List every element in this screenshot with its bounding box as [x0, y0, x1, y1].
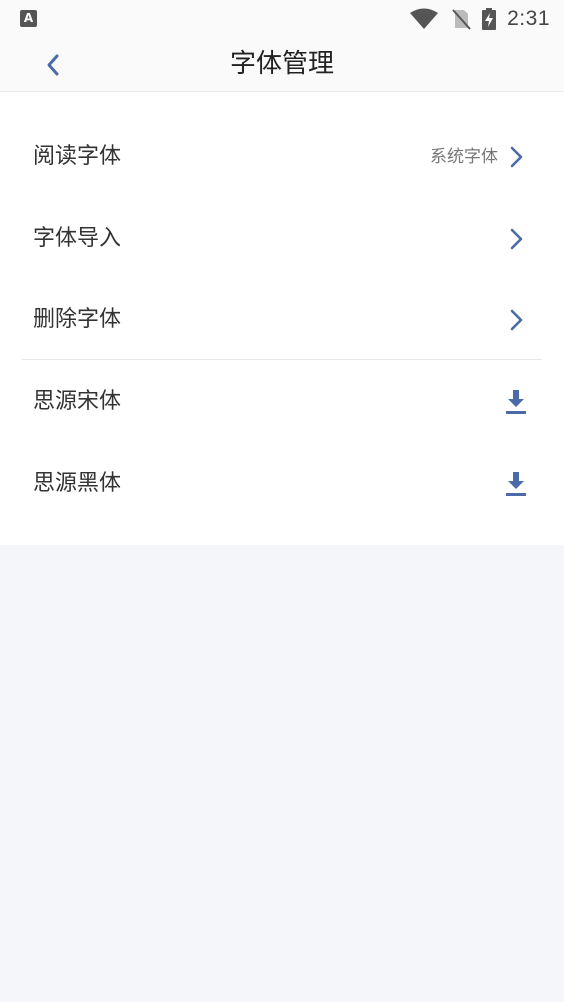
font-name: 思源宋体	[33, 389, 122, 414]
download-icon[interactable]	[504, 471, 528, 497]
chevron-right-icon	[510, 309, 523, 331]
wifi-icon	[410, 8, 439, 29]
back-button[interactable]	[36, 48, 70, 82]
page-title: 字体管理	[229, 49, 334, 79]
font-item-source-han-serif: 思源宋体	[0, 372, 564, 432]
current-font-value: 系统字体	[430, 147, 498, 167]
no-sim-icon	[452, 9, 471, 30]
clock: 2:31	[507, 7, 550, 30]
battery-charging-icon	[482, 8, 497, 30]
delete-font-row[interactable]: 删除字体	[0, 290, 564, 350]
status-bar: A 2:31	[0, 0, 564, 38]
chevron-left-icon	[47, 54, 59, 76]
font-import-row[interactable]: 字体导入	[0, 209, 564, 269]
font-name: 思源黑体	[33, 471, 122, 496]
row-label: 删除字体	[33, 307, 122, 332]
row-label: 阅读字体	[33, 144, 122, 169]
reading-font-row[interactable]: 阅读字体 系统字体	[0, 127, 564, 187]
font-item-source-han-sans: 思源黑体	[0, 454, 564, 514]
chevron-right-icon	[510, 146, 523, 168]
download-icon[interactable]	[504, 389, 528, 415]
font-settings-panel: 阅读字体 系统字体 字体导入 删除字体 思源宋体 思源黑体	[0, 92, 564, 545]
top-bar: 字体管理	[0, 38, 564, 92]
row-label: 字体导入	[33, 226, 122, 251]
status-icons: 2:31	[409, 6, 550, 32]
chevron-right-icon	[510, 228, 523, 250]
section-divider	[22, 359, 542, 360]
app-notification-icon: A	[20, 10, 37, 27]
